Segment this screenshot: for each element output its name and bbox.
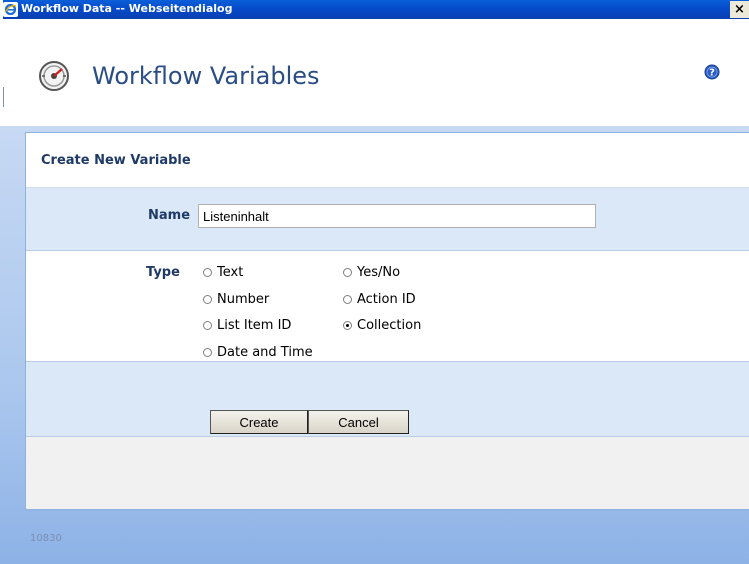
create-button[interactable]: Create xyxy=(210,410,308,434)
help-icon[interactable]: ? xyxy=(704,64,720,80)
left-edge-mark xyxy=(3,87,4,107)
panel-header: Create New Variable xyxy=(26,133,749,188)
radio-label: Yes/No xyxy=(357,265,401,280)
name-label: Name xyxy=(148,208,191,223)
type-radio-date-and-time[interactable]: Date and Time xyxy=(203,345,313,360)
panel-footer xyxy=(26,437,749,509)
radio-button-selected[interactable] xyxy=(343,321,352,330)
radio-button[interactable] xyxy=(343,268,352,277)
title-bar: Workflow Data -- Webseitendialog × xyxy=(0,0,749,19)
type-radio-list-item-id[interactable]: List Item ID xyxy=(203,318,291,333)
window-title: Workflow Data -- Webseitendialog xyxy=(21,2,233,15)
create-variable-panel: Create New Variable Name Type Text Yes/N… xyxy=(25,132,749,510)
radio-label: Text xyxy=(217,265,244,280)
workflow-gauge-icon xyxy=(36,58,72,94)
radio-button[interactable] xyxy=(203,348,212,357)
type-radio-action-id[interactable]: Action ID xyxy=(343,292,416,307)
panel-title: Create New Variable xyxy=(41,153,191,168)
radio-label: List Item ID xyxy=(217,318,292,333)
type-radio-number[interactable]: Number xyxy=(203,292,269,307)
radio-button[interactable] xyxy=(343,295,352,304)
radio-button[interactable] xyxy=(203,321,212,330)
radio-button[interactable] xyxy=(203,295,212,304)
radio-label: Collection xyxy=(357,318,422,333)
radio-label: Number xyxy=(217,292,270,307)
name-input[interactable] xyxy=(198,204,596,228)
close-button[interactable]: × xyxy=(730,1,749,18)
type-radio-text[interactable]: Text xyxy=(203,265,243,280)
cancel-button[interactable]: Cancel xyxy=(308,410,409,434)
radio-label: Action ID xyxy=(357,292,416,307)
button-row: Create Cancel xyxy=(26,362,749,437)
footer-code: 10830 xyxy=(30,533,62,544)
type-row: Type Text Yes/No Number Action ID List I… xyxy=(26,251,749,362)
internet-explorer-icon xyxy=(3,2,18,17)
name-row: Name xyxy=(26,188,749,251)
svg-text:?: ? xyxy=(709,68,715,79)
type-radio-yes-no[interactable]: Yes/No xyxy=(343,265,400,280)
radio-label: Date and Time xyxy=(217,345,313,360)
page-title: Workflow Variables xyxy=(92,62,320,90)
radio-button[interactable] xyxy=(203,268,212,277)
type-label: Type xyxy=(146,265,180,280)
type-radio-collection[interactable]: Collection xyxy=(343,318,421,333)
